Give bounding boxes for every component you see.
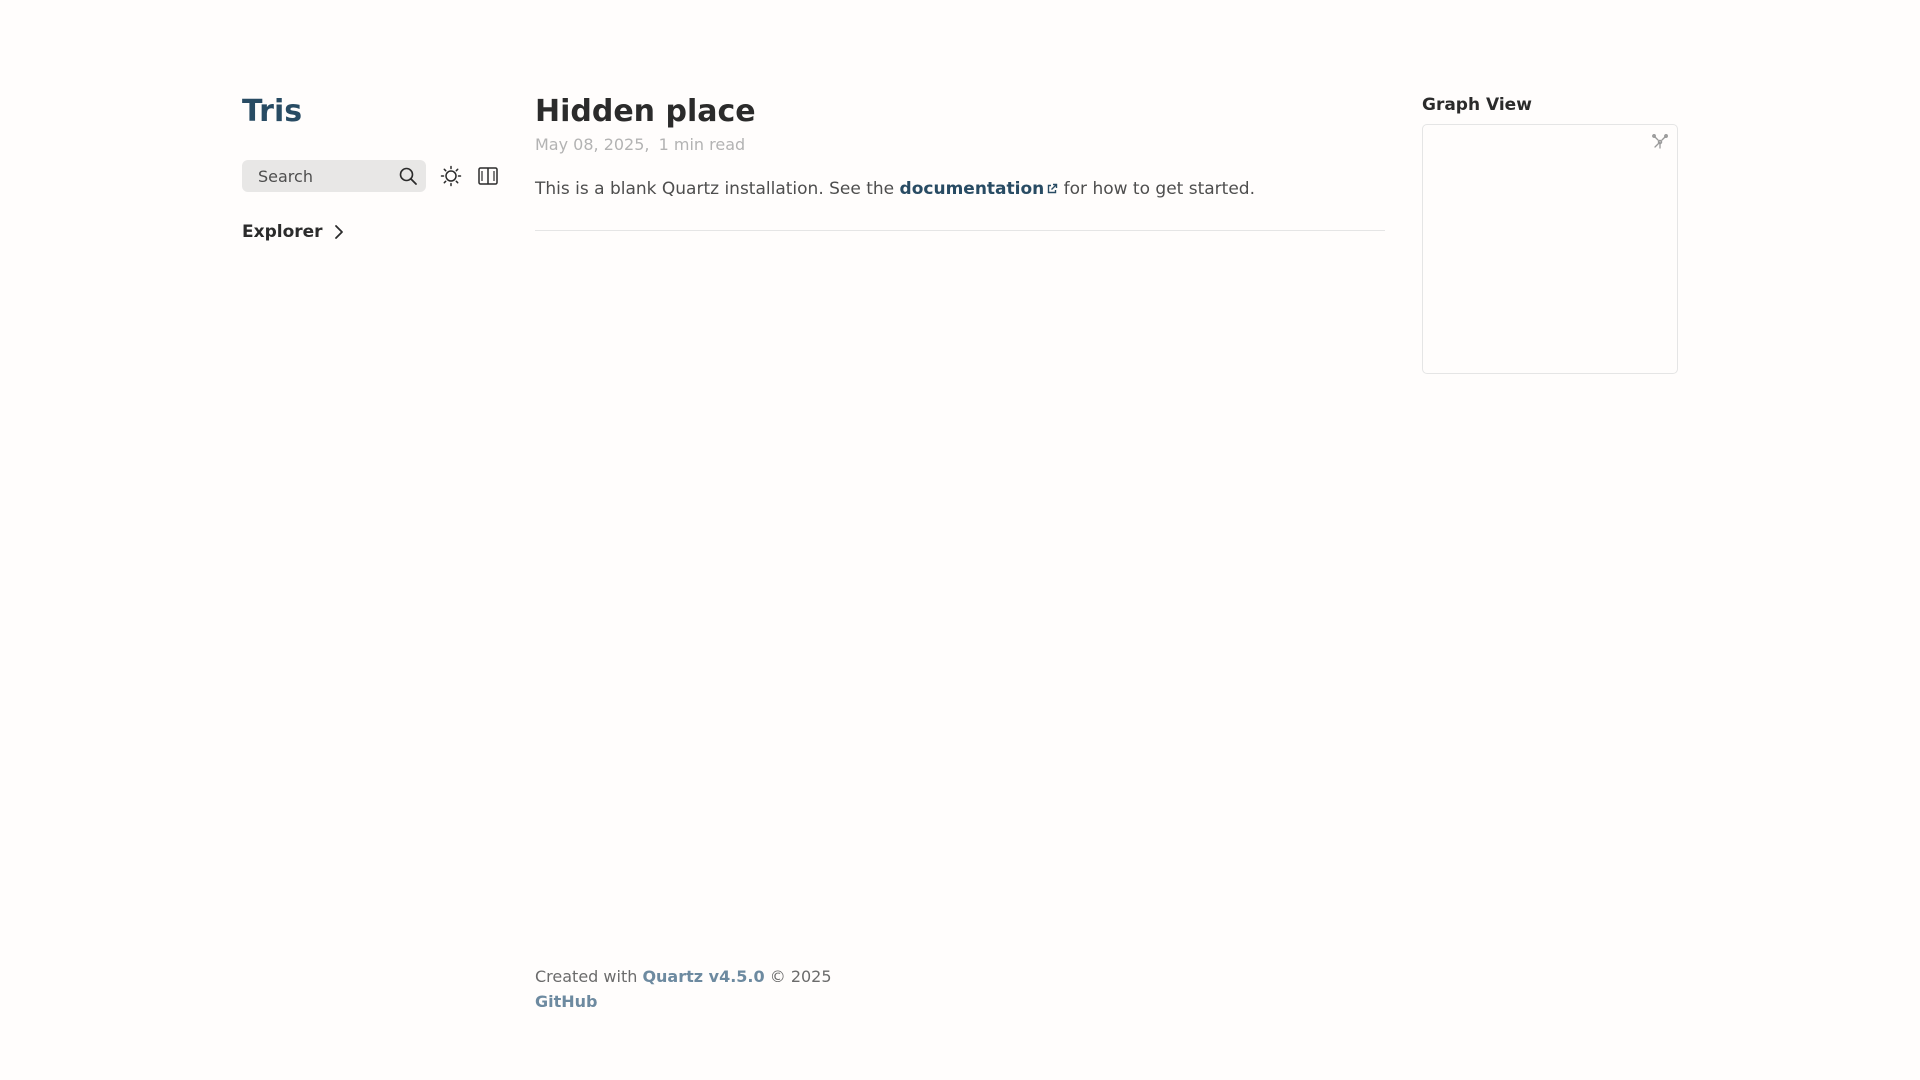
book-icon <box>478 167 498 185</box>
documentation-link-label: documentation <box>899 179 1045 199</box>
reader-mode-toggle[interactable] <box>476 164 500 188</box>
right-sidebar: Graph View <box>1422 94 1678 374</box>
explorer-toggle[interactable]: Explorer <box>242 222 512 242</box>
footer-copyright: © 2025 <box>764 967 832 986</box>
body-prefix: This is a blank Quartz installation. See… <box>535 179 900 199</box>
article-body: This is a blank Quartz installation. See… <box>535 176 1387 202</box>
meta-separator: , <box>644 135 650 154</box>
graph-view-canvas[interactable] <box>1422 124 1678 374</box>
search-button[interactable]: Search <box>242 160 426 192</box>
toolbar: Search <box>242 160 512 192</box>
read-time: 1 min read <box>658 135 746 154</box>
footer-created-with: Created with <box>535 967 643 986</box>
search-icon <box>399 167 417 185</box>
quartz-link[interactable]: Quartz v4.5.0 <box>642 967 764 986</box>
expand-graph-icon[interactable] <box>1651 133 1669 151</box>
publish-date: May 08, 2025 <box>535 135 645 154</box>
site-title[interactable]: Tris <box>242 90 302 134</box>
external-link-icon <box>1048 183 1058 194</box>
explorer-label: Explorer <box>242 222 323 242</box>
github-link[interactable]: GitHub <box>535 992 598 1011</box>
graph-view-title: Graph View <box>1422 95 1532 115</box>
footer: Created with Quartz v4.5.0 © 2025 GitHub <box>535 964 832 1014</box>
left-sidebar: Tris Search Explorer <box>242 90 512 242</box>
article: Hidden place May 08, 2025, 1 min read Th… <box>535 90 1387 231</box>
sun-icon <box>440 165 462 187</box>
page-title: Hidden place <box>535 94 756 129</box>
content-meta: May 08, 2025, 1 min read <box>535 134 1387 156</box>
darkmode-toggle[interactable] <box>440 165 462 187</box>
documentation-link[interactable]: documentation <box>900 179 1059 199</box>
chevron-right-icon <box>334 225 343 239</box>
body-suffix: for how to get started. <box>1058 179 1255 199</box>
search-label: Search <box>258 166 313 186</box>
content-divider <box>535 230 1385 231</box>
footer-credit: Created with Quartz v4.5.0 © 2025 <box>535 964 832 989</box>
